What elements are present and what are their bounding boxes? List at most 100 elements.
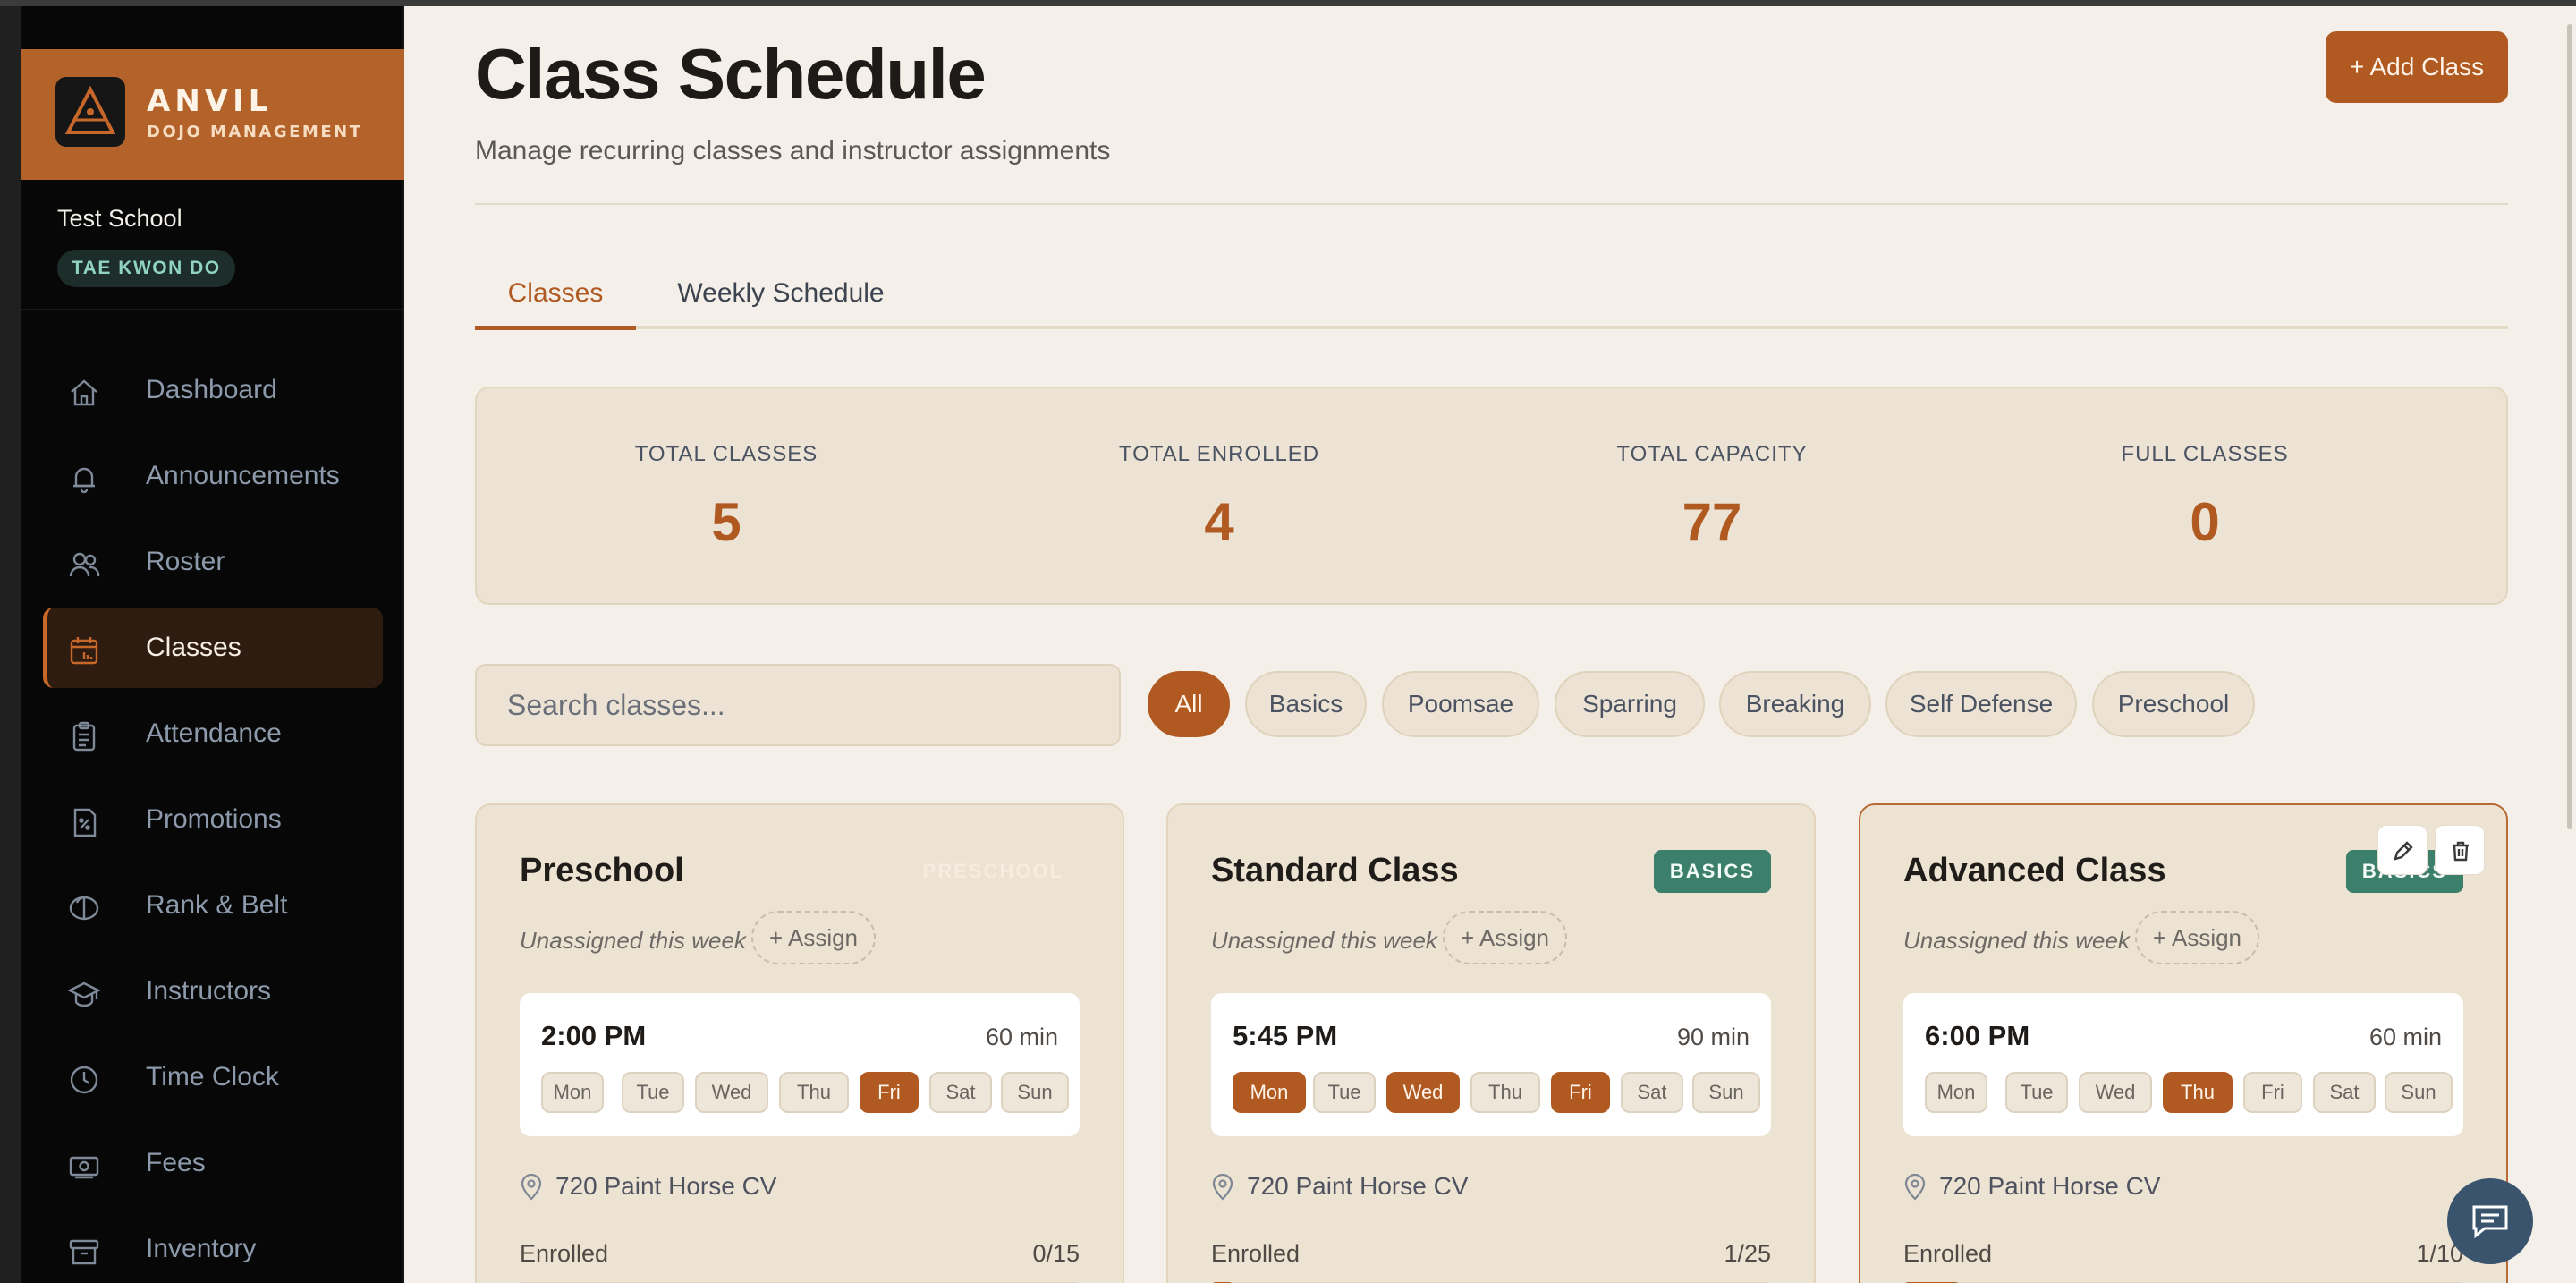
assign-button[interactable]: + Assign	[751, 911, 877, 964]
filter-chip-self-defense[interactable]: Self Defense	[1885, 671, 2077, 737]
sidebar-item-classes[interactable]: Classes	[43, 608, 383, 688]
brand-header[interactable]: ANVIL DOJO MANAGEMENT	[21, 49, 404, 180]
day-pill-mon: Mon	[1925, 1072, 1987, 1113]
location-pin-icon	[521, 1174, 542, 1201]
stat-value: 5	[711, 492, 741, 552]
banknote-icon	[69, 1156, 99, 1179]
class-location: 720 Paint Horse CV	[555, 1172, 777, 1200]
assign-button[interactable]: + Assign	[1443, 911, 1568, 964]
location-pin-icon	[1904, 1174, 1926, 1201]
day-pill-thu: Thu	[779, 1072, 849, 1113]
sidebar: ANVIL DOJO MANAGEMENT Test School TAE KW…	[21, 6, 426, 1283]
sidebar-item-time-clock[interactable]: Time Clock	[43, 1037, 383, 1117]
filter-chip-preschool[interactable]: Preschool	[2092, 671, 2255, 737]
stat-value: 4	[1204, 492, 1234, 552]
enrolled-label: Enrolled	[1211, 1240, 1301, 1267]
class-time: 5:45 PM	[1233, 1020, 1338, 1051]
sidebar-item-announcements[interactable]: Announcements	[43, 436, 383, 516]
add-class-button[interactable]: + Add Class	[2326, 31, 2508, 103]
class-card-preschool[interactable]: Preschool PRESCHOOL Unassigned this week…	[475, 803, 1124, 1283]
unassigned-text: Unassigned this week	[1211, 927, 1437, 954]
day-pill-sun: Sun	[1692, 1072, 1760, 1113]
enrolled-count: 1/25	[1724, 1240, 1771, 1267]
filter-chip-poomsae[interactable]: Poomsae	[1382, 671, 1539, 737]
sidebar-item-label: Time Clock	[146, 1062, 279, 1092]
location-pin-icon	[1212, 1174, 1233, 1201]
edit-class-button[interactable]	[2377, 825, 2428, 875]
day-pill-sat: Sat	[1621, 1072, 1683, 1113]
delete-class-button[interactable]	[2435, 825, 2485, 875]
filter-chip-basics[interactable]: Basics	[1245, 671, 1367, 737]
unassigned-text: Unassigned this week	[520, 927, 746, 954]
sidebar-item-label: Rank & Belt	[146, 890, 288, 920]
stat-label: TOTAL CLASSES	[634, 442, 818, 466]
stats-panel: TOTAL CLASSES 5 TOTAL ENROLLED 4 TOTAL C…	[475, 387, 2508, 605]
archive-icon	[69, 1239, 99, 1265]
day-pill-wed: Wed	[695, 1072, 768, 1113]
day-pill-thu: Thu	[2163, 1072, 2233, 1113]
day-pill-tue: Tue	[1313, 1072, 1376, 1113]
enrolled-count: 0/15	[1032, 1240, 1080, 1267]
class-duration: 90 min	[1676, 1024, 1750, 1050]
day-pill-sun: Sun	[2385, 1072, 2453, 1113]
day-pill-sat: Sat	[929, 1072, 992, 1113]
search-input[interactable]	[475, 664, 1121, 746]
sidebar-item-label: Roster	[146, 547, 225, 576]
tab-weekly-schedule[interactable]: Weekly Schedule	[651, 266, 911, 330]
enrolled-label: Enrolled	[520, 1240, 609, 1267]
day-pill-thu: Thu	[1470, 1072, 1540, 1113]
class-duration: 60 min	[985, 1024, 1058, 1050]
sidebar-item-label: Dashboard	[146, 375, 277, 404]
pencil-icon	[2394, 841, 2413, 861]
sidebar-item-attendance[interactable]: Attendance	[43, 693, 383, 774]
sidebar-item-promotions[interactable]: Promotions	[43, 779, 383, 860]
sidebar-item-label: Attendance	[146, 718, 282, 748]
school-name: Test School	[57, 205, 182, 232]
bell-icon	[73, 467, 95, 494]
schedule-box: 2:00 PM 60 min Mon Tue Wed Thu Fri Sat S…	[520, 993, 1080, 1136]
main-scrollbar[interactable]	[2567, 24, 2572, 829]
filter-chip-all[interactable]: All	[1148, 671, 1230, 737]
class-card-standard[interactable]: Standard Class BASICS Unassigned this we…	[1166, 803, 1816, 1283]
schedule-box: 5:45 PM 90 min Mon Tue Wed Thu Fri Sat S…	[1211, 993, 1771, 1136]
class-title: Advanced Class	[1903, 852, 2166, 889]
day-pill-tue: Tue	[622, 1072, 684, 1113]
anvil-logo-icon	[55, 77, 125, 147]
sidebar-divider	[21, 309, 404, 310]
day-pill-fri: Fri	[2243, 1072, 2302, 1113]
assign-button[interactable]: + Assign	[2135, 911, 2260, 964]
sidebar-item-dashboard[interactable]: Dashboard	[43, 350, 383, 430]
filter-chip-sparring[interactable]: Sparring	[1555, 671, 1705, 737]
chat-button[interactable]	[2447, 1178, 2533, 1264]
sidebar-item-label: Classes	[146, 633, 242, 662]
sidebar-item-rank-belt[interactable]: Rank & Belt	[43, 865, 383, 946]
stat-value: 0	[2190, 492, 2220, 552]
home-icon	[71, 379, 97, 406]
class-duration: 60 min	[2368, 1024, 2442, 1050]
class-title: Preschool	[520, 852, 684, 889]
day-pill-fri: Fri	[860, 1072, 919, 1113]
sidebar-item-fees[interactable]: Fees	[43, 1123, 383, 1203]
trash-icon	[2453, 841, 2469, 862]
class-card-advanced[interactable]: Advanced Class BASICS Unassigned this we…	[1859, 803, 2508, 1283]
filter-chip-breaking[interactable]: Breaking	[1719, 671, 1871, 737]
enrolled-label: Enrolled	[1903, 1240, 1993, 1267]
main-content: Class Schedule Manage recurring classes …	[404, 6, 2576, 1283]
class-time: 2:00 PM	[541, 1020, 647, 1051]
stat-value: 77	[1682, 492, 1742, 552]
sidebar-item-roster[interactable]: Roster	[43, 522, 383, 602]
clipboard-icon	[72, 721, 96, 752]
day-pill-mon: Mon	[541, 1072, 604, 1113]
calendar-icon	[70, 637, 98, 665]
school-style-badge: TAE KWON DO	[57, 250, 235, 287]
sidebar-item-inventory[interactable]: Inventory	[43, 1209, 383, 1283]
day-pill-sat: Sat	[2313, 1072, 2376, 1113]
day-pill-mon: Mon	[1233, 1072, 1306, 1113]
tab-classes[interactable]: Classes	[475, 266, 636, 330]
users-icon	[69, 552, 100, 577]
day-pill-tue: Tue	[2005, 1072, 2068, 1113]
sidebar-item-label: Fees	[146, 1148, 206, 1177]
day-pill-sun: Sun	[1001, 1072, 1069, 1113]
sidebar-item-instructors[interactable]: Instructors	[43, 951, 383, 1032]
stat-label: TOTAL CAPACITY	[1616, 442, 1808, 466]
